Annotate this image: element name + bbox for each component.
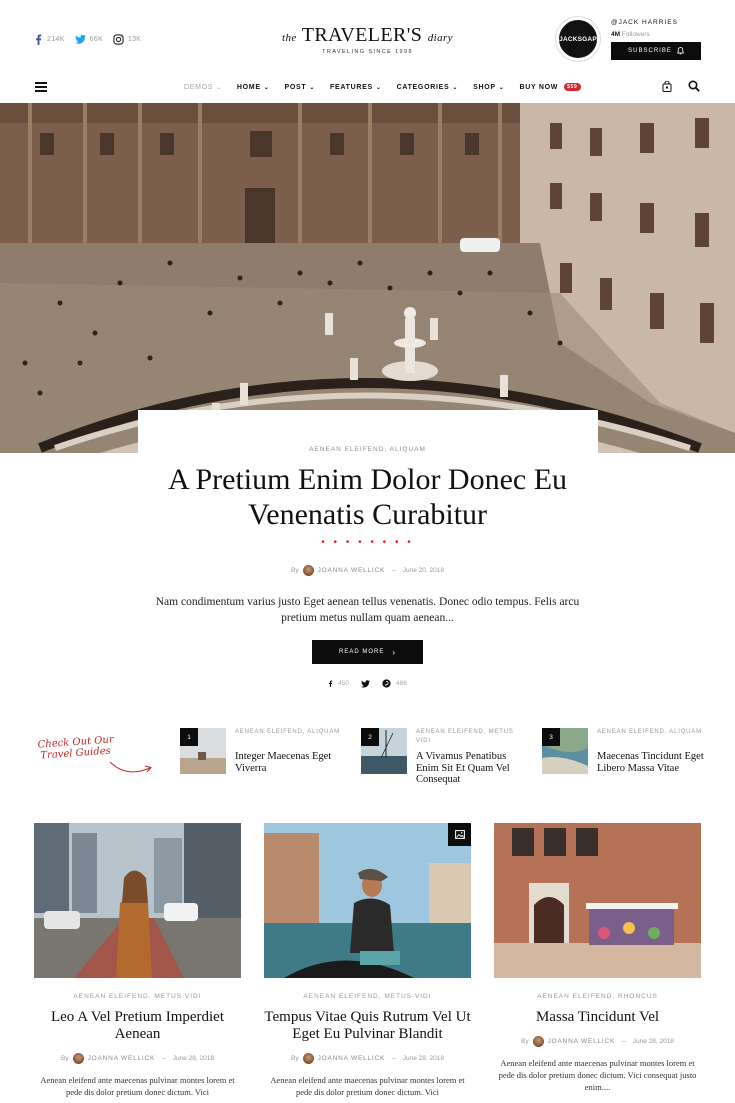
card-title[interactable]: Massa Tincidunt Vel [494, 1009, 701, 1026]
gallery-icon[interactable] [448, 823, 471, 846]
site-header: 214K 66K 13K the TRAVELER'S diary TRAVEL… [0, 0, 735, 72]
facebook-share-count: 450 [338, 680, 349, 687]
nav-item-demos[interactable]: DEMOS ⌄ [184, 84, 222, 91]
card-meta: By JOANNA WELLICK – June 28, 2018 [61, 1053, 214, 1064]
card-excerpt: Aenean eleifend ante maecenas pulvinar m… [270, 1075, 465, 1097]
card-meta: By JOANNA WELLICK – June 28, 2018 [521, 1036, 674, 1047]
card-excerpt: Aenean eleifend ante maecenas pulvinar m… [40, 1075, 235, 1097]
nav-item-categories[interactable]: CATEGORIES ⌄ [397, 84, 459, 91]
hero-card-backdrop [138, 410, 598, 470]
meta-separator: – [392, 567, 396, 574]
curved-arrow-icon [109, 761, 152, 773]
author-avatar[interactable] [72, 1053, 84, 1064]
share-row: 450 486 [0, 679, 735, 688]
facebook-icon [329, 680, 333, 687]
guide-number: 1 [180, 728, 198, 746]
guide-title[interactable]: Maecenas Tincidunt Eget Libero Massa Vit… [597, 751, 707, 774]
article-card: AENEAN ELEIFEND, METUS VIDI Leo A Vel Pr… [34, 823, 241, 1103]
share-facebook[interactable]: 450 [328, 679, 349, 688]
nav-item-home[interactable]: HOME ⌄ [237, 84, 270, 91]
article-card: AENEAN ELEIFEND, RHONCUS Massa Tincidunt… [494, 823, 701, 1103]
nav-item-buy-now[interactable]: BUY NOW $59 [519, 83, 581, 91]
cart-icon[interactable] [662, 81, 672, 92]
article-image[interactable] [34, 823, 241, 978]
post-date: June 28, 2018 [172, 1055, 214, 1062]
card-categories[interactable]: AENEAN ELEIFEND, RHONCUS [494, 993, 701, 1000]
hero-excerpt: Nam condimentum varius justo Eget aenean… [155, 596, 580, 624]
author-link[interactable]: JOANNA WELLICK [318, 567, 386, 574]
guide-categories[interactable]: AENEAN ELEIFEND, ALIQUAM [235, 728, 345, 737]
read-more-button[interactable]: READ MORE › [312, 640, 423, 664]
meta-by: By [291, 567, 299, 574]
hero-meta: By JOANNA WELLICK – June 20, 2018 [0, 565, 735, 576]
guide-number: 3 [542, 728, 560, 746]
guide-categories[interactable]: AENEAN ELEIFEND, METUS VIDI [416, 728, 526, 746]
author-link[interactable]: JOANNA WELLICK [318, 1055, 386, 1062]
travel-guides-label: Check Out Our Travel Guides [37, 734, 115, 762]
twitter-icon [361, 679, 370, 688]
menu-hamburger-icon[interactable] [35, 82, 47, 92]
card-title[interactable]: Tempus Vitae Quis Rutrum Vel Ut Eget Eu … [264, 1009, 471, 1043]
card-meta: By JOANNA WELLICK – June 28, 2018 [291, 1053, 444, 1064]
guide-categories[interactable]: AENEAN ELEIFEND, ALIQUAM [597, 728, 707, 737]
post-date: June 28, 2018 [632, 1038, 674, 1045]
share-twitter[interactable] [361, 679, 370, 688]
nav-menu: DEMOS ⌄ HOME ⌄ POST ⌄ FEATURES ⌄ CATEGORIES ⌄… [184, 72, 581, 102]
author-link[interactable]: JOANNA WELLICK [88, 1055, 156, 1062]
subscribe-button[interactable]: SUBSCRIBE [611, 42, 701, 60]
card-title[interactable]: Leo A Vel Pretium Imperdiet Aenean [34, 1009, 241, 1043]
bell-icon [676, 47, 684, 55]
share-pinterest[interactable]: 486 [382, 679, 407, 688]
author-avatar[interactable] [532, 1036, 544, 1047]
guide-title[interactable]: A Vivamus Penatibus Enim Sit Et Quam Vel… [416, 751, 526, 786]
article-card: AENEAN ELEIFEND, METUS VIDI Tempus Vitae… [264, 823, 471, 1103]
card-categories[interactable]: AENEAN ELEIFEND, METUS VIDI [34, 993, 241, 1000]
hero-photo-illustration [0, 103, 735, 453]
nav-item-shop[interactable]: SHOP ⌄ [473, 84, 504, 91]
hero-image[interactable] [0, 103, 735, 453]
author-link[interactable]: JOANNA WELLICK [548, 1038, 616, 1045]
post-date: June 28, 2018 [402, 1055, 444, 1062]
main-nav: DEMOS ⌄ HOME ⌄ POST ⌄ FEATURES ⌄ CATEGORIES ⌄… [0, 72, 735, 102]
article-image[interactable] [494, 823, 701, 978]
author-avatar[interactable] [302, 565, 314, 576]
chevron-right-icon: › [392, 647, 396, 657]
card-excerpt: Aenean eleifend ante maecenas pulvinar m… [498, 1058, 697, 1092]
author-handle: @JACK HARRIES [611, 19, 678, 26]
author-followers: 4M Followers [611, 31, 650, 38]
guide-item[interactable]: 3 AENEAN ELEIFEND, ALIQUAM Maecenas Tinc… [542, 728, 707, 788]
author-info: @JACK HARRIES 4M Followers [611, 19, 678, 38]
hero-categories[interactable]: AENEAN ELEIFEND, ALIQUAM [0, 446, 735, 453]
article-image[interactable] [264, 823, 471, 978]
guide-item[interactable]: 1 AENEAN ELEIFEND, ALIQUAM Integer Maece… [180, 728, 345, 788]
pinterest-icon [382, 679, 391, 688]
guide-item[interactable]: 2 AENEAN ELEIFEND, METUS VIDI A Vivamus … [361, 728, 526, 788]
card-categories[interactable]: AENEAN ELEIFEND, METUS VIDI [264, 993, 471, 1000]
search-icon[interactable] [688, 80, 700, 92]
author-badge[interactable]: JACKSGAP [556, 17, 600, 61]
pinterest-share-count: 486 [396, 680, 407, 687]
hero-divider-dots: • • • • • • • • [321, 537, 414, 548]
author-avatar[interactable] [302, 1053, 314, 1064]
guide-title[interactable]: Integer Maecenas Eget Viverra [235, 751, 345, 774]
nav-item-features[interactable]: FEATURES ⌄ [330, 84, 382, 91]
hero-title[interactable]: A Pretium Enim Dolor Donec Eu Venenatis … [150, 462, 585, 532]
price-badge: $59 [564, 83, 581, 91]
post-date: June 20, 2018 [402, 567, 444, 574]
guide-number: 2 [361, 728, 379, 746]
nav-item-post[interactable]: POST ⌄ [284, 84, 315, 91]
